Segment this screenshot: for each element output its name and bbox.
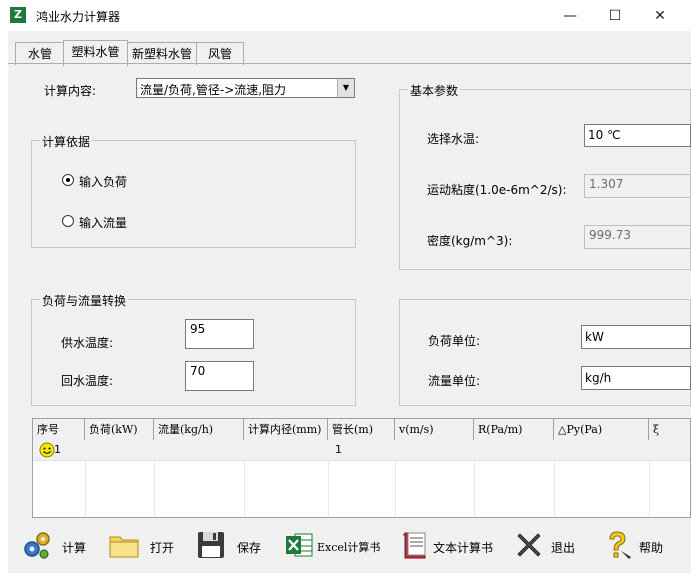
- table-header: 序号 负荷(kW) 流量(kg/h) 计算内径(mm) 管长(m) v(m/s)…: [33, 419, 690, 441]
- water-temp-select[interactable]: 10 ℃: [584, 124, 691, 147]
- tab-water-pipe[interactable]: 水管: [15, 42, 65, 65]
- tab-label: 风管: [207, 47, 232, 61]
- help-label: 帮助: [639, 541, 664, 555]
- save-label: 保存: [237, 541, 262, 555]
- excel-icon: [286, 533, 313, 557]
- divider: [649, 460, 650, 517]
- row-pipe-length: 1: [335, 443, 342, 456]
- calculate-button[interactable]: 计算: [14, 522, 96, 568]
- divider: [154, 460, 155, 517]
- tab-label: 塑料水管: [71, 45, 120, 59]
- open-label: 打开: [150, 541, 175, 555]
- input-flow-radio[interactable]: [62, 215, 74, 227]
- column-header-inner-diameter[interactable]: 计算内径(mm): [244, 419, 328, 440]
- divider: [85, 460, 86, 517]
- calc-content-select[interactable]: 流量/负荷,管径->流速,阻力 ▼: [136, 78, 355, 98]
- supply-temp-label: 供水温度:: [61, 336, 114, 350]
- divider: [395, 460, 396, 517]
- supply-temp-field[interactable]: 95: [185, 319, 254, 349]
- tab-label: 水管: [27, 47, 52, 61]
- excel-report-button[interactable]: Excel计算书: [277, 522, 387, 568]
- column-header-flow[interactable]: 流量(kg/h): [154, 419, 244, 440]
- results-table[interactable]: 序号 负荷(kW) 流量(kg/h) 计算内径(mm) 管长(m) v(m/s)…: [32, 418, 691, 518]
- window-title: 鸿业水力计算器: [36, 10, 121, 24]
- exit-label: 退出: [551, 541, 576, 555]
- text-report-label: 文本计算书: [433, 541, 494, 555]
- column-header-velocity[interactable]: v(m/s): [395, 419, 474, 440]
- water-temp-label: 选择水温:: [427, 132, 480, 146]
- gears-icon: [24, 532, 50, 559]
- table-row[interactable]: 1 1: [33, 440, 690, 461]
- density-field: 999.73: [584, 225, 691, 249]
- viscosity-field: 1.307: [584, 174, 691, 198]
- folder-icon: [109, 536, 139, 558]
- calc-basis-title: 计算依据: [40, 133, 93, 150]
- open-button[interactable]: 打开: [102, 522, 184, 568]
- divider: [244, 460, 245, 517]
- calc-content-value: 流量/负荷,管径->流速,阻力: [140, 83, 287, 97]
- excel-report-label: Excel计算书: [317, 541, 381, 554]
- chevron-down-icon[interactable]: ▼: [337, 79, 354, 97]
- close-button[interactable]: ✕: [640, 4, 680, 28]
- conversion-title: 负荷与流量转换: [40, 292, 129, 309]
- calc-content-label: 计算内容:: [44, 84, 97, 98]
- column-header-pipe-length[interactable]: 管长(m): [328, 419, 395, 440]
- flow-unit-value: kg/h: [585, 371, 612, 385]
- book-icon: [402, 532, 426, 559]
- tab-new-plastic-pipe[interactable]: 新塑料水管: [127, 42, 197, 65]
- save-button[interactable]: 保存: [189, 522, 271, 568]
- load-unit-value: kW: [585, 330, 604, 344]
- input-load-radio[interactable]: [62, 174, 74, 186]
- flow-unit-label: 流量单位:: [428, 374, 481, 388]
- title-bar: Z 鸿业水力计算器 — ☐ ✕: [0, 0, 691, 31]
- basic-params-title: 基本参数: [408, 82, 461, 99]
- help-question-icon: [609, 531, 631, 559]
- minimize-button[interactable]: —: [550, 4, 590, 28]
- exit-x-icon: [517, 533, 541, 557]
- column-header-index[interactable]: 序号: [33, 419, 85, 440]
- row-index: 1: [54, 443, 61, 456]
- floppy-disk-icon: [198, 532, 224, 558]
- water-temp-value: 10 ℃: [588, 128, 621, 142]
- return-temp-label: 回水温度:: [61, 374, 114, 388]
- calc-basis-group: 计算依据: [31, 133, 356, 248]
- divider: [328, 460, 329, 517]
- tab-label: 新塑料水管: [131, 47, 192, 61]
- maximize-button[interactable]: ☐: [595, 4, 635, 28]
- viscosity-label: 运动粘度(1.0e-6m^2/s):: [427, 183, 567, 197]
- calculate-label: 计算: [62, 541, 87, 555]
- exit-button[interactable]: 退出: [507, 522, 589, 568]
- help-button[interactable]: 帮助: [595, 522, 677, 568]
- column-header-xi[interactable]: ξ: [649, 419, 690, 440]
- column-header-pressure-drop[interactable]: △Py(Pa): [554, 419, 649, 440]
- density-label: 密度(kg/m^3):: [427, 234, 513, 248]
- app-logo-icon: Z: [10, 7, 26, 23]
- flow-unit-select[interactable]: kg/h: [581, 366, 691, 390]
- text-report-button[interactable]: 文本计算书: [393, 522, 501, 568]
- input-flow-label[interactable]: 输入流量: [79, 214, 127, 231]
- load-unit-select[interactable]: kW: [581, 325, 691, 349]
- return-temp-field[interactable]: 70: [185, 361, 254, 391]
- tab-air-duct[interactable]: 风管: [196, 42, 244, 65]
- column-header-load[interactable]: 负荷(kW): [85, 419, 154, 440]
- divider: [474, 460, 475, 517]
- divider: [554, 460, 555, 517]
- load-unit-label: 负荷单位:: [428, 334, 481, 348]
- column-header-friction[interactable]: R(Pa/m): [474, 419, 554, 440]
- input-load-label[interactable]: 输入负荷: [79, 173, 127, 190]
